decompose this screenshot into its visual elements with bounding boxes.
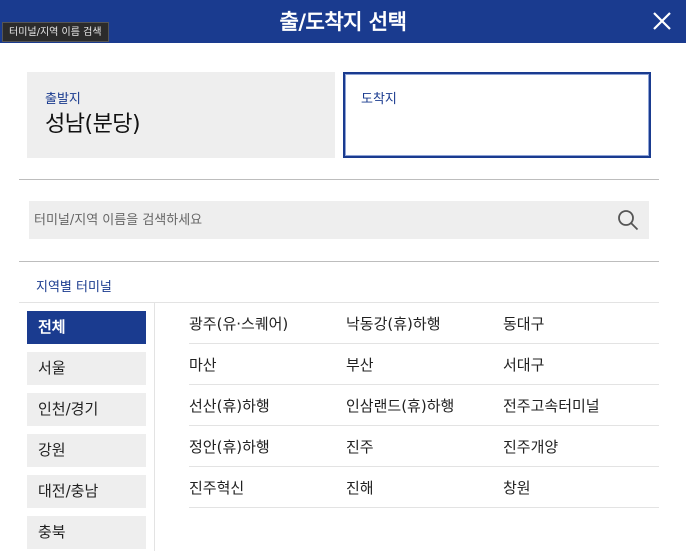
- close-button[interactable]: [648, 7, 676, 35]
- terminal-item[interactable]: 진주: [346, 436, 374, 457]
- region-tab-daejeon-chungnam[interactable]: 대전/충남: [27, 475, 146, 508]
- terminal-item[interactable]: 부산: [346, 354, 374, 375]
- region-tab-all[interactable]: 전체: [27, 311, 146, 344]
- terminal-item[interactable]: 창원: [503, 477, 531, 498]
- terminal-item[interactable]: 진주혁신: [189, 477, 244, 498]
- terminal-item[interactable]: 서대구: [503, 354, 544, 375]
- origin-selector[interactable]: 출발지 성남(분당): [27, 72, 335, 158]
- search-button[interactable]: [617, 209, 639, 231]
- terminal-row: 선산(휴)하행 인삼랜드(휴)하행 전주고속터미널: [189, 385, 659, 426]
- origin-value: 성남(분당): [45, 112, 141, 137]
- terminal-item[interactable]: 진해: [346, 477, 374, 498]
- divider: [19, 179, 659, 180]
- divider: [19, 261, 659, 262]
- region-tab-seoul[interactable]: 서울: [27, 352, 146, 385]
- search-box: [29, 201, 649, 239]
- search-icon: [618, 210, 639, 231]
- terminal-row: 진주혁신 진해 창원: [189, 467, 659, 508]
- terminal-row: 광주(유·스퀘어) 낙동강(휴)하행 동대구: [189, 303, 659, 344]
- terminal-item[interactable]: 선산(휴)하행: [189, 395, 270, 416]
- search-tooltip: 터미널/지역 이름 검색: [2, 22, 109, 42]
- search-input[interactable]: [29, 201, 609, 239]
- terminal-item[interactable]: 정안(휴)하행: [189, 436, 270, 457]
- terminal-item[interactable]: 낙동강(휴)하행: [346, 313, 441, 334]
- terminal-item[interactable]: 전주고속터미널: [503, 395, 600, 416]
- terminal-item[interactable]: 동대구: [503, 313, 544, 334]
- region-tab-gangwon[interactable]: 강원: [27, 434, 146, 467]
- column-divider: [154, 303, 155, 551]
- destination-label: 도착지: [361, 92, 397, 107]
- close-icon: [653, 12, 671, 30]
- region-list: 전체 서울 인천/경기 강원 대전/충남 충북: [27, 311, 146, 551]
- terminal-grid: 광주(유·스퀘어) 낙동강(휴)하행 동대구 마산 부산 서대구 선산(휴)하행…: [189, 303, 659, 508]
- region-tab-incheon-gyeonggi[interactable]: 인천/경기: [27, 393, 146, 426]
- terminal-row: 정안(휴)하행 진주 진주개양: [189, 426, 659, 467]
- region-tab-chungbuk[interactable]: 충북: [27, 516, 146, 549]
- terminal-item[interactable]: 광주(유·스퀘어): [189, 313, 288, 334]
- destination-selector[interactable]: 도착지: [343, 72, 651, 158]
- terminal-item[interactable]: 마산: [189, 354, 217, 375]
- terminal-item[interactable]: 진주개양: [503, 436, 558, 457]
- origin-label: 출발지: [45, 92, 81, 107]
- terminal-item[interactable]: 인삼랜드(휴)하행: [346, 395, 454, 416]
- section-label: 지역별 터미널: [36, 280, 112, 295]
- terminal-row: 마산 부산 서대구: [189, 344, 659, 385]
